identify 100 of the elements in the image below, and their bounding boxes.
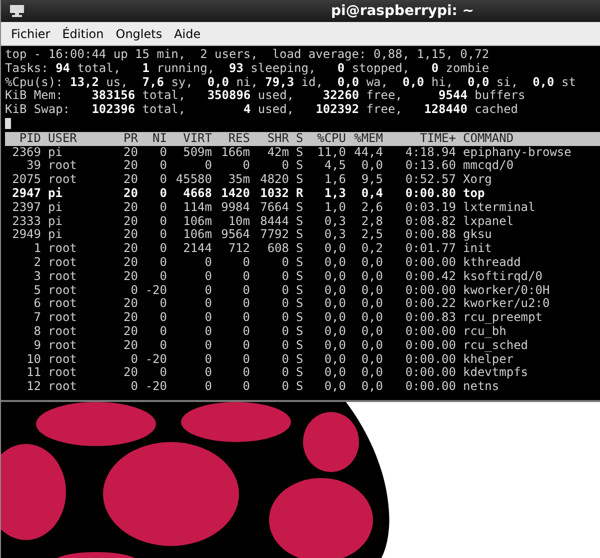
table-cell-text: 0:00.42 [404, 270, 456, 284]
table-cell-text: 509m [182, 146, 212, 160]
table-cell-text: 0 [158, 366, 167, 380]
table-cell-text: 45580 [174, 173, 212, 187]
table-cell-text: pi [47, 186, 64, 201]
table-cell-text: 0 [158, 200, 167, 215]
summary-line: Tasks: 94 total, 1 running, 93 sleeping, 0 stopped, 0 zombie [5, 62, 490, 76]
table-cell-text: 8 [32, 324, 41, 339]
table-cell-text: S [295, 324, 302, 339]
table-cell-text: 4820 [259, 173, 289, 187]
table-cell-text: 0 [204, 159, 212, 174]
column-header: %CPU [316, 132, 346, 146]
table-cell-text: S [295, 297, 302, 312]
table-cell-text: 0 [280, 256, 289, 270]
table-cell-text: 0:00.00 [404, 324, 456, 339]
menu-item[interactable]: Onglets [116, 26, 162, 40]
table-cell-text: 9 [32, 338, 41, 353]
table-cell-text: R [295, 186, 302, 201]
column-header: %MEM [353, 132, 383, 146]
table-cell-text: 0 [242, 270, 250, 284]
table-cell-text: 2397 [11, 200, 41, 215]
table-cell-text: 0:00.22 [404, 297, 456, 312]
column-header: TIME+ [418, 132, 456, 146]
table-cell-text: 0,0 [323, 324, 346, 339]
table-cell-text: pi [47, 200, 64, 215]
menu-item[interactable]: Fichier [11, 26, 50, 40]
table-cell-text: S [295, 242, 302, 256]
table-cell-text: 0 [280, 352, 289, 366]
table-cell-text: 0,4 [360, 186, 383, 201]
table-cell-text: S [295, 228, 302, 242]
table-cell-text: 12 [26, 380, 41, 394]
column-header: COMMAND [462, 132, 515, 146]
table-cell-text: 0,0 [323, 311, 346, 325]
table-cell-text: 0,0 [360, 270, 383, 284]
table-cell-text: 0 [158, 186, 167, 201]
table-cell-text: 0 [204, 297, 212, 312]
table-cell-text: 0,0 [360, 311, 383, 325]
table-cell-text: 0,0 [360, 297, 383, 312]
table-cell-text: 0 [280, 380, 289, 394]
table-cell-text: 0 [158, 173, 167, 187]
table-cell-text: 2 [32, 256, 41, 270]
table-cell-text: S [295, 173, 302, 187]
column-header: RES [227, 132, 250, 146]
table-cell-text: 0 [158, 228, 167, 242]
table-cell-text: root [47, 284, 78, 298]
table-cell-text: pi [47, 228, 64, 242]
table-cell-text: 20 [122, 270, 138, 284]
table-cell-text: 0 [242, 297, 250, 312]
table-cell-text: S [295, 214, 302, 228]
table-cell-text: 0,0 [323, 284, 346, 298]
menu-item[interactable]: Édition [62, 26, 104, 40]
table-cell-text: 20 [122, 214, 138, 228]
table-cell-text: 0 [242, 311, 250, 325]
table-cell-text: mmcqd/0 [462, 159, 514, 174]
table-cell-text: 0,0 [360, 352, 383, 366]
table-cell-text: 2,8 [360, 214, 383, 228]
table-cell-text: lxterminal [462, 200, 536, 215]
table-cell-text: 0:01.77 [404, 242, 456, 256]
table-cell-text: 0 [204, 352, 212, 366]
table-cell-text: 20 [122, 173, 138, 187]
table-cell-text: 0 [242, 338, 250, 353]
table-cell-text: 0:00.88 [404, 228, 456, 242]
table-cell-text: 7 [32, 311, 41, 325]
table-cell-text: S [295, 311, 302, 325]
table-cell-text: 20 [122, 186, 138, 201]
table-cell-text: 0 [242, 159, 250, 174]
table-cell-text: 0 [280, 159, 289, 174]
table-cell-text: root [47, 311, 78, 325]
table-cell-text: S [295, 256, 302, 270]
table-cell-text: 0,0 [323, 270, 346, 284]
table-cell-text: 1,0 [323, 200, 346, 215]
table-cell-text: root [47, 256, 78, 270]
column-header: NI [152, 132, 167, 146]
table-cell-text: 20 [122, 159, 138, 174]
table-cell-text: 0 [204, 256, 212, 270]
table-cell-text: 0,0 [360, 256, 383, 270]
table-cell-text: 20 [122, 200, 138, 215]
table-cell-text: 7792 [259, 228, 289, 242]
table-cell-text: 2369 [11, 146, 41, 160]
table-cell-text: top [462, 186, 485, 201]
table-cell-text: kworker/u2:0 [462, 297, 551, 312]
table-cell-text: 20 [122, 228, 138, 242]
table-cell-text: rcu_preempt [462, 311, 544, 325]
table-cell-text: 11 [26, 366, 41, 380]
table-cell-text: 0:00.80 [404, 186, 456, 201]
table-cell-text: 0,0 [323, 256, 346, 270]
table-cell-text: 4:18.94 [404, 146, 456, 160]
table-cell-text: 20 [122, 256, 138, 270]
menu-item[interactable]: Aide [174, 26, 201, 40]
table-cell-text: init [462, 242, 493, 256]
table-cell-text: 11,0 [316, 146, 346, 160]
table-cell-text: 106m [182, 228, 212, 242]
table-cell-text: 0,0 [360, 324, 383, 339]
terminal-icon [9, 5, 25, 17]
table-cell-text: root [47, 366, 78, 380]
table-cell-text: 0 [242, 256, 250, 270]
table-cell-text: -20 [144, 352, 167, 366]
table-cell-text: 1032 [259, 186, 289, 201]
table-cell-text: 3 [32, 270, 41, 284]
table-cell-text: pi [47, 146, 64, 160]
